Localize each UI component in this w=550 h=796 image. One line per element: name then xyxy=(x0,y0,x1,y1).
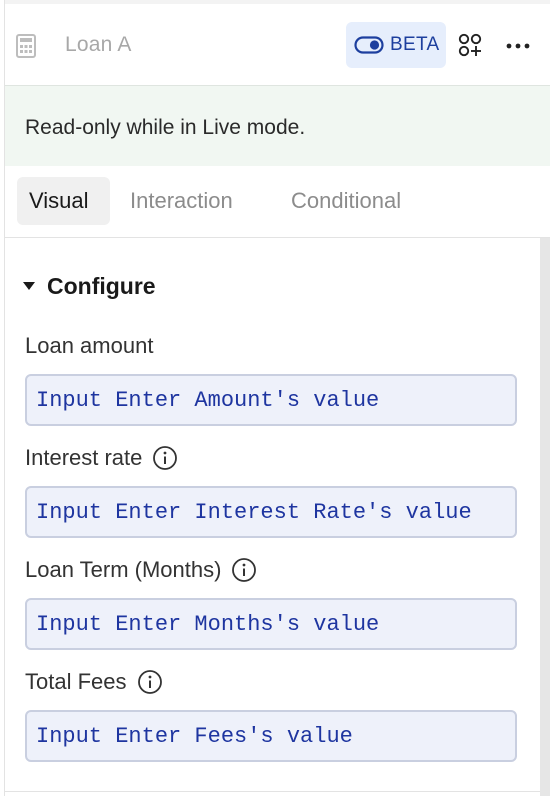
field-label-text: Total Fees xyxy=(25,669,127,694)
section-title: Configure xyxy=(47,272,156,299)
configure-section-toggle[interactable]: Configure xyxy=(23,270,156,302)
tab-conditional[interactable]: Conditional xyxy=(279,177,413,225)
total-fees-field[interactable]: Input Enter Fees's value xyxy=(25,710,517,762)
scrollbar[interactable] xyxy=(540,238,550,796)
toggle-icon xyxy=(354,36,384,54)
more-horizontal-icon[interactable] xyxy=(505,42,531,50)
loan-amount-field[interactable]: Input Enter Amount's value xyxy=(25,374,517,426)
panel-header: Loan A BETA xyxy=(5,4,550,85)
loan-amount-label: Loan amount xyxy=(25,333,153,359)
shapes-add-icon[interactable] xyxy=(458,33,482,57)
field-label-text: Interest rate xyxy=(25,445,143,470)
component-title[interactable]: Loan A xyxy=(65,33,132,57)
field-label-text: Loan amount xyxy=(25,333,154,358)
tab-bar: Visual Interaction Conditional xyxy=(5,166,550,238)
tab-interaction[interactable]: Interaction xyxy=(118,177,245,225)
tab-visual[interactable]: Visual xyxy=(17,177,110,225)
live-mode-notice: Read-only while in Live mode. xyxy=(5,85,550,166)
calculator-icon xyxy=(16,34,36,58)
info-icon[interactable] xyxy=(152,445,178,471)
info-icon[interactable] xyxy=(231,557,257,583)
info-icon[interactable] xyxy=(137,669,163,695)
properties-panel: Loan A BETA Read-only while in Live mode… xyxy=(4,0,550,796)
loan-term-field[interactable]: Input Enter Months's value xyxy=(25,598,517,650)
notice-text: Read-only while in Live mode. xyxy=(25,116,306,139)
total-fees-label: Total Fees xyxy=(25,669,163,695)
interest-rate-field[interactable]: Input Enter Interest Rate's value xyxy=(25,486,517,538)
beta-label: BETA xyxy=(390,34,440,55)
divider xyxy=(5,791,540,792)
loan-term-label: Loan Term (Months) xyxy=(25,557,257,583)
beta-toggle-button[interactable]: BETA xyxy=(346,22,446,68)
caret-down-icon xyxy=(23,282,35,290)
field-label-text: Loan Term (Months) xyxy=(25,557,222,582)
interest-rate-label: Interest rate xyxy=(25,445,178,471)
